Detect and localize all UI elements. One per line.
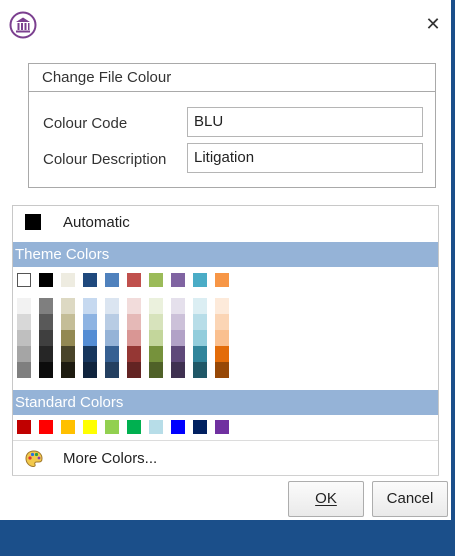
theme-shade-swatch[interactable] bbox=[83, 362, 97, 378]
title-bar: ✕ bbox=[0, 0, 451, 46]
theme-color-swatch[interactable] bbox=[127, 273, 141, 287]
theme-shade-swatch[interactable] bbox=[127, 314, 141, 330]
theme-shade-swatch[interactable] bbox=[17, 330, 31, 346]
theme-shade-swatch[interactable] bbox=[149, 362, 163, 378]
theme-shade-swatch[interactable] bbox=[83, 346, 97, 362]
standard-colors-header: Standard Colors bbox=[13, 390, 438, 415]
theme-shade-swatch[interactable] bbox=[171, 298, 185, 314]
theme-shade-swatch[interactable] bbox=[17, 362, 31, 378]
colour-code-field[interactable]: BLU bbox=[187, 107, 423, 137]
palette-icon bbox=[25, 450, 43, 468]
theme-shade-swatch[interactable] bbox=[105, 314, 119, 330]
theme-shade-swatch[interactable] bbox=[193, 346, 207, 362]
theme-shade-swatch[interactable] bbox=[193, 362, 207, 378]
cancel-label: Cancel bbox=[386, 490, 434, 507]
theme-shade-swatch[interactable] bbox=[61, 362, 75, 378]
colour-description-label: Colour Description bbox=[43, 151, 167, 168]
theme-shade-swatch[interactable] bbox=[171, 314, 185, 330]
theme-shade-swatch[interactable] bbox=[39, 314, 53, 330]
theme-colors-header: Theme Colors bbox=[13, 242, 438, 267]
theme-shade-swatch[interactable] bbox=[61, 346, 75, 362]
theme-shade-swatch[interactable] bbox=[193, 330, 207, 346]
theme-shade-swatch[interactable] bbox=[215, 314, 229, 330]
theme-shade-swatch[interactable] bbox=[215, 346, 229, 362]
theme-shade-swatch[interactable] bbox=[149, 330, 163, 346]
standard-color-swatch[interactable] bbox=[149, 420, 163, 434]
theme-shade-swatch[interactable] bbox=[127, 330, 141, 346]
standard-color-swatch[interactable] bbox=[193, 420, 207, 434]
colour-description-field[interactable]: Litigation bbox=[187, 143, 423, 173]
theme-shade-swatch[interactable] bbox=[83, 330, 97, 346]
theme-shade-swatch[interactable] bbox=[61, 330, 75, 346]
theme-shade-swatch[interactable] bbox=[193, 314, 207, 330]
theme-color-swatch[interactable] bbox=[215, 273, 229, 287]
theme-shade-swatch[interactable] bbox=[215, 298, 229, 314]
theme-shade-swatch[interactable] bbox=[215, 362, 229, 378]
ok-label: OK bbox=[315, 490, 337, 507]
close-icon[interactable]: ✕ bbox=[423, 14, 443, 34]
theme-shade-swatch[interactable] bbox=[105, 298, 119, 314]
theme-shade-swatch[interactable] bbox=[39, 362, 53, 378]
automatic-option[interactable]: Automatic bbox=[13, 206, 438, 239]
standard-color-swatch[interactable] bbox=[17, 420, 31, 434]
background-strip bbox=[0, 520, 455, 556]
theme-shade-swatch[interactable] bbox=[39, 298, 53, 314]
theme-shade-swatch[interactable] bbox=[39, 346, 53, 362]
theme-shade-swatch[interactable] bbox=[149, 298, 163, 314]
footer-divider bbox=[12, 475, 439, 476]
standard-color-swatch[interactable] bbox=[83, 420, 97, 434]
group-title: Change File Colour bbox=[29, 64, 435, 92]
standard-color-swatch[interactable] bbox=[105, 420, 119, 434]
automatic-swatch bbox=[25, 214, 41, 230]
theme-color-swatch[interactable] bbox=[105, 273, 119, 287]
theme-shade-swatch[interactable] bbox=[61, 314, 75, 330]
theme-shade-swatch[interactable] bbox=[17, 346, 31, 362]
standard-color-swatch[interactable] bbox=[39, 420, 53, 434]
colour-picker: Automatic Theme Colors Standard Colors M… bbox=[12, 205, 439, 476]
theme-shade-swatch[interactable] bbox=[149, 346, 163, 362]
colour-code-label: Colour Code bbox=[43, 115, 128, 132]
theme-color-swatch[interactable] bbox=[149, 273, 163, 287]
theme-shade-swatch[interactable] bbox=[105, 330, 119, 346]
theme-shade-swatch[interactable] bbox=[127, 362, 141, 378]
automatic-label: Automatic bbox=[63, 214, 130, 231]
theme-shade-swatch[interactable] bbox=[127, 298, 141, 314]
theme-shade-swatch[interactable] bbox=[171, 362, 185, 378]
theme-shade-swatch[interactable] bbox=[17, 314, 31, 330]
theme-shade-swatch[interactable] bbox=[171, 330, 185, 346]
standard-color-swatch[interactable] bbox=[61, 420, 75, 434]
theme-color-swatch[interactable] bbox=[17, 273, 31, 287]
theme-shade-swatch[interactable] bbox=[105, 346, 119, 362]
theme-shade-swatch[interactable] bbox=[171, 346, 185, 362]
standard-color-swatch[interactable] bbox=[171, 420, 185, 434]
theme-color-swatch[interactable] bbox=[39, 273, 53, 287]
more-colors-label: More Colors... bbox=[63, 450, 158, 467]
theme-shade-swatch[interactable] bbox=[17, 298, 31, 314]
standard-color-swatch[interactable] bbox=[127, 420, 141, 434]
cancel-button[interactable]: Cancel bbox=[372, 481, 448, 517]
standard-color-swatch[interactable] bbox=[215, 420, 229, 434]
theme-shade-swatch[interactable] bbox=[215, 330, 229, 346]
theme-shade-swatch[interactable] bbox=[83, 314, 97, 330]
more-colors-option[interactable]: More Colors... bbox=[13, 440, 438, 476]
change-file-colour-dialog: ✕ Change File Colour Colour Code BLU Col… bbox=[0, 0, 455, 520]
theme-shade-swatch[interactable] bbox=[105, 362, 119, 378]
theme-shade-swatch[interactable] bbox=[149, 314, 163, 330]
theme-color-swatch[interactable] bbox=[171, 273, 185, 287]
ok-button[interactable]: OK bbox=[288, 481, 364, 517]
theme-color-swatch[interactable] bbox=[83, 273, 97, 287]
theme-shade-swatch[interactable] bbox=[61, 298, 75, 314]
theme-shade-swatch[interactable] bbox=[127, 346, 141, 362]
bank-building-icon bbox=[9, 11, 37, 39]
change-file-colour-group: Change File Colour Colour Code BLU Colou… bbox=[28, 63, 436, 188]
theme-shade-swatch[interactable] bbox=[39, 330, 53, 346]
theme-shade-swatch[interactable] bbox=[83, 298, 97, 314]
theme-color-swatch[interactable] bbox=[193, 273, 207, 287]
theme-color-swatch[interactable] bbox=[61, 273, 75, 287]
theme-shade-swatch[interactable] bbox=[193, 298, 207, 314]
